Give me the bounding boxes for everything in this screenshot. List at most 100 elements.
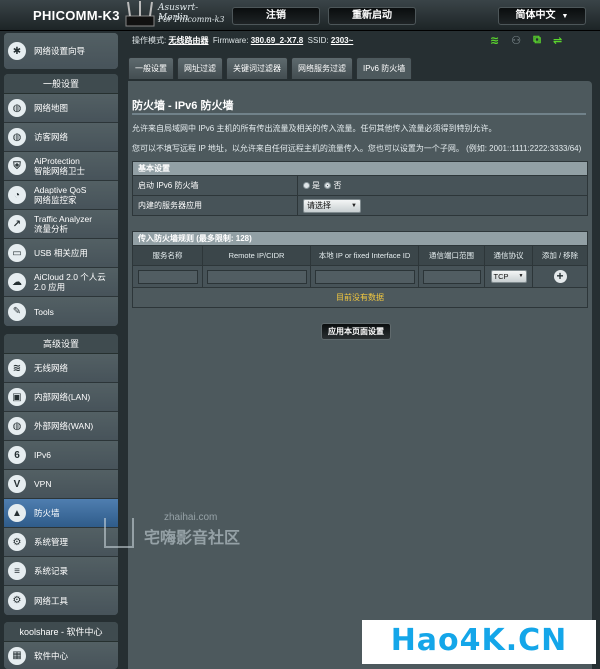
cloud-icon: ☁ bbox=[8, 273, 26, 291]
enable-ipv6-firewall-cell: 是 否 bbox=[297, 175, 588, 196]
sidebar-item-traffic-analyzer[interactable]: ↗ Traffic Analyzer 流量分析 bbox=[4, 210, 118, 239]
status-icons: ≋ ⚇ ⧉ ⇌ bbox=[490, 34, 562, 47]
builtin-service-cell: 请选择 bbox=[297, 195, 588, 216]
sidebar-item-label: 系统管理 bbox=[34, 537, 69, 547]
service-name-input[interactable] bbox=[137, 269, 198, 284]
builtin-service-select[interactable]: 请选择 bbox=[303, 198, 361, 213]
sidebar-item-label: Adaptive QoS 网络监控家 bbox=[34, 185, 87, 205]
tab-url-filter[interactable]: 网址过滤 bbox=[177, 57, 223, 79]
radio-yes[interactable] bbox=[303, 182, 310, 190]
brand-name: PHICOMM-K3 bbox=[33, 8, 120, 23]
sidebar-item-ipv6[interactable]: 6 IPv6 bbox=[4, 441, 118, 470]
vpn-icon: V bbox=[8, 475, 26, 493]
ipv6-icon: 6 bbox=[8, 446, 26, 464]
general-settings-header: 一般设置 bbox=[4, 74, 118, 94]
reboot-button[interactable]: 重新启动 bbox=[328, 7, 416, 25]
add-rule-icon[interactable]: + bbox=[553, 270, 567, 283]
basic-settings-table: 基本设置 启动 IPv6 防火墙 是 否 内建的服务器应用 请选择 bbox=[132, 161, 588, 216]
port-range-input[interactable] bbox=[422, 269, 481, 284]
page-title: 防火墙 - IPv6 防火墙 bbox=[132, 100, 234, 112]
tab-network-services-filter[interactable]: 网络服务过滤 bbox=[291, 57, 353, 79]
enable-ipv6-firewall-label: 启动 IPv6 防火墙 bbox=[132, 175, 298, 196]
radio-no[interactable] bbox=[324, 182, 332, 190]
mode-label: 操作模式: bbox=[132, 36, 167, 45]
new-rule-cell bbox=[418, 265, 485, 288]
sidebar-item-label: USB 相关应用 bbox=[34, 248, 88, 258]
hao4k-watermark: Hao4K.CN bbox=[362, 620, 596, 664]
shield-lock-icon: ⛨ bbox=[8, 157, 26, 175]
radio-yes-label: 是 bbox=[312, 181, 320, 190]
advanced-settings-header: 高级设置 bbox=[4, 334, 118, 354]
merlin-logo: Asuswrt-Merlin For Phicomm-k3 bbox=[120, 0, 225, 30]
sidebar-item-label: 软件中心 bbox=[34, 650, 69, 661]
firmware-value-link[interactable]: 380.69_2-X7.8 bbox=[251, 36, 304, 45]
empty-list-message: 目前没有数据 bbox=[132, 287, 588, 308]
apply-button[interactable]: 应用本页面设置 bbox=[321, 323, 391, 340]
house-logo-icon bbox=[104, 518, 134, 548]
sidebar-item-firewall[interactable]: ▲ 防火墙 bbox=[4, 499, 118, 528]
log-icon: ≡ bbox=[8, 562, 26, 580]
sidebar-item-adaptive-qos[interactable]: ◔ Adaptive QoS 网络监控家 bbox=[4, 181, 118, 210]
firmware-label: Firmware: bbox=[212, 36, 249, 45]
firewall-icon: ▲ bbox=[8, 504, 26, 522]
router-admin-page: { "header": { "brand": "PHICOMM-K3", "lo… bbox=[0, 0, 600, 669]
tab-keyword-filter[interactable]: 关键词过滤器 bbox=[226, 57, 288, 79]
basic-settings-header: 基本设置 bbox=[132, 161, 588, 176]
col-port-range: 通信端口范围 bbox=[418, 245, 485, 266]
link-status-icon[interactable]: ⧉ bbox=[533, 34, 541, 47]
new-rule-cell bbox=[310, 265, 419, 288]
tab-ipv6-firewall[interactable]: IPv6 防火墙 bbox=[356, 57, 413, 79]
sidebar-item-aicloud[interactable]: ☁ AiCloud 2.0 个人云 2.0 应用 bbox=[4, 268, 118, 297]
sidebar-item-lan[interactable]: ▣ 内部网络(LAN) bbox=[4, 383, 118, 412]
col-local-ip: 本地 IP or fixed Interface ID bbox=[310, 245, 419, 266]
sidebar-item-label: 外部网络(WAN) bbox=[34, 421, 94, 431]
sidebar-item-tools[interactable]: ✎ Tools bbox=[4, 297, 118, 326]
sidebar-item-network-tools[interactable]: ⚙ 网络工具 bbox=[4, 586, 118, 615]
sidebar-item-label: 网络工具 bbox=[34, 595, 69, 606]
mode-value-link[interactable]: 无线路由器 bbox=[168, 36, 208, 45]
ssid-value-link[interactable]: 2303~ bbox=[331, 36, 353, 45]
sidebar-item-wan[interactable]: ◍ 外部网络(WAN) bbox=[4, 412, 118, 441]
sidebar-item-label: 访客网络 bbox=[34, 132, 69, 142]
general-settings-block: 一般设置 ◍ 网络地图 ◍ 访客网络 ⛨ AiProtection 智能网络卫士 ◔ A… bbox=[4, 74, 118, 326]
sidebar-item-quick-setup[interactable]: ✱ 网络设置向导 bbox=[4, 33, 118, 69]
sidebar-item-aiprotection[interactable]: ⛨ AiProtection 智能网络卫士 bbox=[4, 152, 118, 181]
usb-icon: ▭ bbox=[8, 244, 26, 262]
koolshare-header: koolshare - 软件中心 bbox=[4, 622, 118, 642]
col-add-remove: 添加 / 移除 bbox=[532, 245, 588, 266]
remote-ip-input[interactable] bbox=[206, 269, 307, 284]
lan-icon: ▣ bbox=[8, 388, 26, 406]
sidebar-item-label: 无线网络 bbox=[34, 363, 69, 373]
sidebar-item-guest-network[interactable]: ◍ 访客网络 bbox=[4, 123, 118, 152]
gears-icon: ⚙ bbox=[8, 533, 26, 551]
clients-icon[interactable]: ⚇ bbox=[511, 34, 521, 47]
sidebar-item-label: 网络地图 bbox=[34, 103, 69, 113]
new-rule-cell: TCP bbox=[484, 265, 533, 288]
title-divider bbox=[132, 113, 586, 115]
sidebar-item-software-center[interactable]: ▦ 软件中心 bbox=[4, 642, 118, 669]
sidebar-item-network-map[interactable]: ◍ 网络地图 bbox=[4, 94, 118, 123]
col-remote-ip: Remote IP/CIDR bbox=[202, 245, 311, 266]
chevron-down-icon: ▼ bbox=[561, 13, 569, 20]
sidebar-item-usb[interactable]: ▭ USB 相关应用 bbox=[4, 239, 118, 268]
builtin-service-label: 内建的服务器应用 bbox=[132, 195, 298, 216]
wifi-icon: ≋ bbox=[8, 359, 26, 377]
description-2: 您可以不填写远程 IP 地址，以允许来自任何远程主机的流量传入。您也可以设置为一… bbox=[132, 144, 582, 153]
description-1: 允许来自局域网中 IPv6 主机的所有传出流量及相关的传入流量。任何其他传入流量… bbox=[132, 124, 497, 133]
tab-bar: 一般设置 网址过滤 关键词过滤器 网络服务过滤 IPv6 防火墙 bbox=[128, 57, 413, 79]
sidebar-item-system-log[interactable]: ≡ 系统记录 bbox=[4, 557, 118, 586]
sidebar-item-label: Traffic Analyzer 流量分析 bbox=[34, 214, 93, 234]
usb-status-icon[interactable]: ⇌ bbox=[553, 34, 562, 47]
protocol-select[interactable]: TCP bbox=[490, 270, 527, 283]
language-select[interactable]: 简体中文 ▼ bbox=[498, 7, 586, 25]
wifi-status-icon[interactable]: ≋ bbox=[490, 34, 499, 47]
tab-general[interactable]: 一般设置 bbox=[128, 57, 174, 79]
wan-globe-icon: ◍ bbox=[8, 417, 26, 435]
local-ip-input[interactable] bbox=[314, 269, 415, 284]
logout-button[interactable]: 注销 bbox=[232, 7, 320, 25]
sidebar-item-vpn[interactable]: V VPN bbox=[4, 470, 118, 499]
sidebar-item-wireless[interactable]: ≋ 无线网络 bbox=[4, 354, 118, 383]
hao4k-text: Hao4K.CN bbox=[390, 623, 568, 658]
sidebar-item-label: 网络设置向导 bbox=[34, 46, 86, 56]
sidebar-item-administration[interactable]: ⚙ 系统管理 bbox=[4, 528, 118, 557]
